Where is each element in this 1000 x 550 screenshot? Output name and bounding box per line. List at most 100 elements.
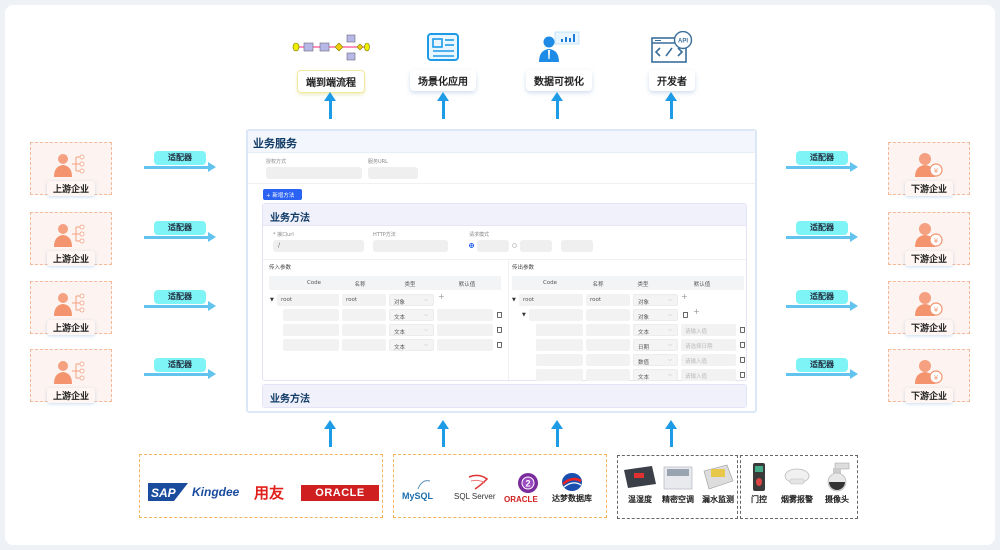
request-mode-input-1[interactable] (477, 240, 509, 252)
upstream-enterprise[interactable]: 上游企业 (30, 212, 112, 266)
param-type-select[interactable]: 文本 ⌵ (633, 324, 678, 336)
trash-icon[interactable] (740, 342, 745, 348)
enterprise-label: 下游企业 (904, 251, 953, 266)
out-root-type-select[interactable]: 对象 ⌵ (633, 294, 678, 306)
root-name-input[interactable]: root (342, 294, 386, 306)
downstream-enterprise[interactable]: ¥ 下游企业 (888, 142, 970, 196)
request-mode-input-2[interactable] (520, 240, 552, 252)
arrow-right-icon (208, 162, 216, 172)
trash-icon[interactable] (497, 327, 502, 333)
adapter-label: 适配器 (796, 151, 848, 165)
param-type-select[interactable]: 文本 ⌵ (633, 369, 678, 381)
radio-selected[interactable] (469, 243, 474, 248)
http-method-select[interactable] (373, 240, 448, 252)
param-code-input[interactable] (536, 354, 583, 366)
param-name-input[interactable] (586, 369, 630, 381)
arrow-up-icon (551, 92, 563, 119)
out-child-name-input[interactable] (586, 309, 630, 321)
capability-developer[interactable]: API 开发者 (627, 28, 717, 91)
param-type-select[interactable]: 数值 ⌵ (633, 354, 678, 366)
param-name-input[interactable] (342, 324, 386, 336)
oracle-logo: ORACLE (301, 485, 379, 501)
api-url-input[interactable]: / (273, 240, 364, 252)
dameng-icon (562, 473, 582, 491)
downstream-enterprise[interactable]: ¥ 下游企业 (888, 212, 970, 266)
add-row-icon[interactable]: + (438, 292, 445, 301)
chevron-down-icon: ⌵ (668, 312, 672, 318)
out-root-code-input[interactable]: root (519, 294, 583, 306)
param-type-select[interactable]: 日期 ⌵ (633, 339, 678, 351)
expand-icon[interactable]: ▼ (522, 312, 526, 318)
param-default-input[interactable] (437, 309, 493, 321)
param-name-input[interactable] (342, 309, 386, 321)
param-default-input[interactable] (437, 324, 493, 336)
capability-end-to-end[interactable]: 端到端流程 (286, 28, 376, 93)
capability-scenario-apps[interactable]: 场景化应用 (398, 28, 488, 91)
downstream-enterprise[interactable]: ¥ 下游企业 (888, 281, 970, 335)
param-code-input[interactable] (536, 324, 583, 336)
add-method-button[interactable]: + 新增方法 (263, 189, 302, 200)
api-url-label: * 接口url (273, 232, 294, 238)
trash-icon[interactable] (740, 327, 745, 333)
radio-unselected[interactable] (512, 243, 517, 248)
out-child-type-select[interactable]: 对象 ⌵ (633, 309, 678, 321)
trash-icon[interactable] (683, 312, 688, 318)
request-mode-input-3[interactable] (561, 240, 593, 252)
upstream-enterprise[interactable]: 上游企业 (30, 349, 112, 403)
trash-icon[interactable] (497, 312, 502, 318)
auth-input[interactable] (266, 167, 362, 179)
capability-data-visualization[interactable]: 数据可视化 (514, 28, 604, 91)
out-child-code-input[interactable] (529, 309, 583, 321)
arrow-up-icon (324, 92, 336, 119)
param-code-input[interactable] (283, 309, 339, 321)
param-default-input[interactable]: 请输入值 (681, 324, 736, 336)
param-default-input[interactable]: 请选择日期 (681, 339, 736, 351)
param-code-input[interactable] (536, 339, 583, 351)
adapter-arrow: 适配器 (144, 358, 219, 380)
param-name-input[interactable] (586, 354, 630, 366)
param-name-input[interactable] (586, 324, 630, 336)
downstream-enterprise[interactable]: ¥ 下游企业 (888, 349, 970, 403)
arrow-up-icon (324, 420, 336, 447)
param-default-input[interactable]: 请输入值 (681, 369, 736, 381)
business-method-card-collapsed[interactable]: 业务方法 (262, 384, 747, 408)
chevron-down-icon: ⌵ (668, 342, 672, 348)
trash-icon[interactable] (740, 372, 745, 378)
param-name-input[interactable] (342, 339, 386, 351)
param-default-input[interactable] (437, 339, 493, 351)
add-row-icon[interactable]: + (681, 292, 688, 301)
add-row-icon[interactable]: + (693, 307, 700, 316)
chevron-down-icon: ⌵ (668, 327, 672, 333)
erp-systems-group: SAP Kingdee 用友 ORACLE (139, 454, 383, 518)
root-type-select[interactable]: 对象 ⌵ (389, 294, 434, 306)
param-name-input[interactable] (586, 339, 630, 351)
arrow-up-icon (437, 420, 449, 447)
param-type-select[interactable]: 文本 ⌵ (389, 339, 434, 351)
param-code-input[interactable] (283, 339, 339, 351)
param-code-input[interactable] (536, 369, 583, 381)
dameng-logo: 达梦数据库 (552, 494, 592, 503)
trash-icon[interactable] (740, 357, 745, 363)
url-input[interactable] (368, 167, 418, 179)
expand-icon[interactable]: ▼ (512, 297, 516, 303)
trash-icon[interactable] (497, 342, 502, 348)
expand-icon[interactable]: ▼ (270, 297, 274, 303)
root-code-input[interactable]: root (277, 294, 339, 306)
svg-text:API: API (678, 39, 688, 45)
device-smoke-alarm: 烟雾报警 (775, 462, 819, 505)
enterprise-finance-icon: ¥ (889, 288, 969, 316)
capability-label: 端到端流程 (297, 70, 365, 93)
input-params-title: 传入参数 (269, 265, 292, 271)
sap-logo: SAP (148, 483, 188, 505)
upstream-enterprise[interactable]: 上游企业 (30, 142, 112, 196)
out-root-name-input[interactable]: root (586, 294, 630, 306)
upstream-enterprise[interactable]: 上游企业 (30, 281, 112, 335)
param-default-input[interactable]: 请输入值 (681, 354, 736, 366)
param-type-select[interactable]: 文本 ⌵ (389, 309, 434, 321)
param-type-select[interactable]: 文本 ⌵ (389, 324, 434, 336)
column-header: 默认值 (693, 282, 711, 288)
adapter-label: 适配器 (796, 290, 848, 304)
sensor-devices-group: 温湿度 精密空调 漏水监测 (617, 455, 738, 519)
param-code-input[interactable] (283, 324, 339, 336)
enterprise-org-icon (31, 288, 111, 316)
